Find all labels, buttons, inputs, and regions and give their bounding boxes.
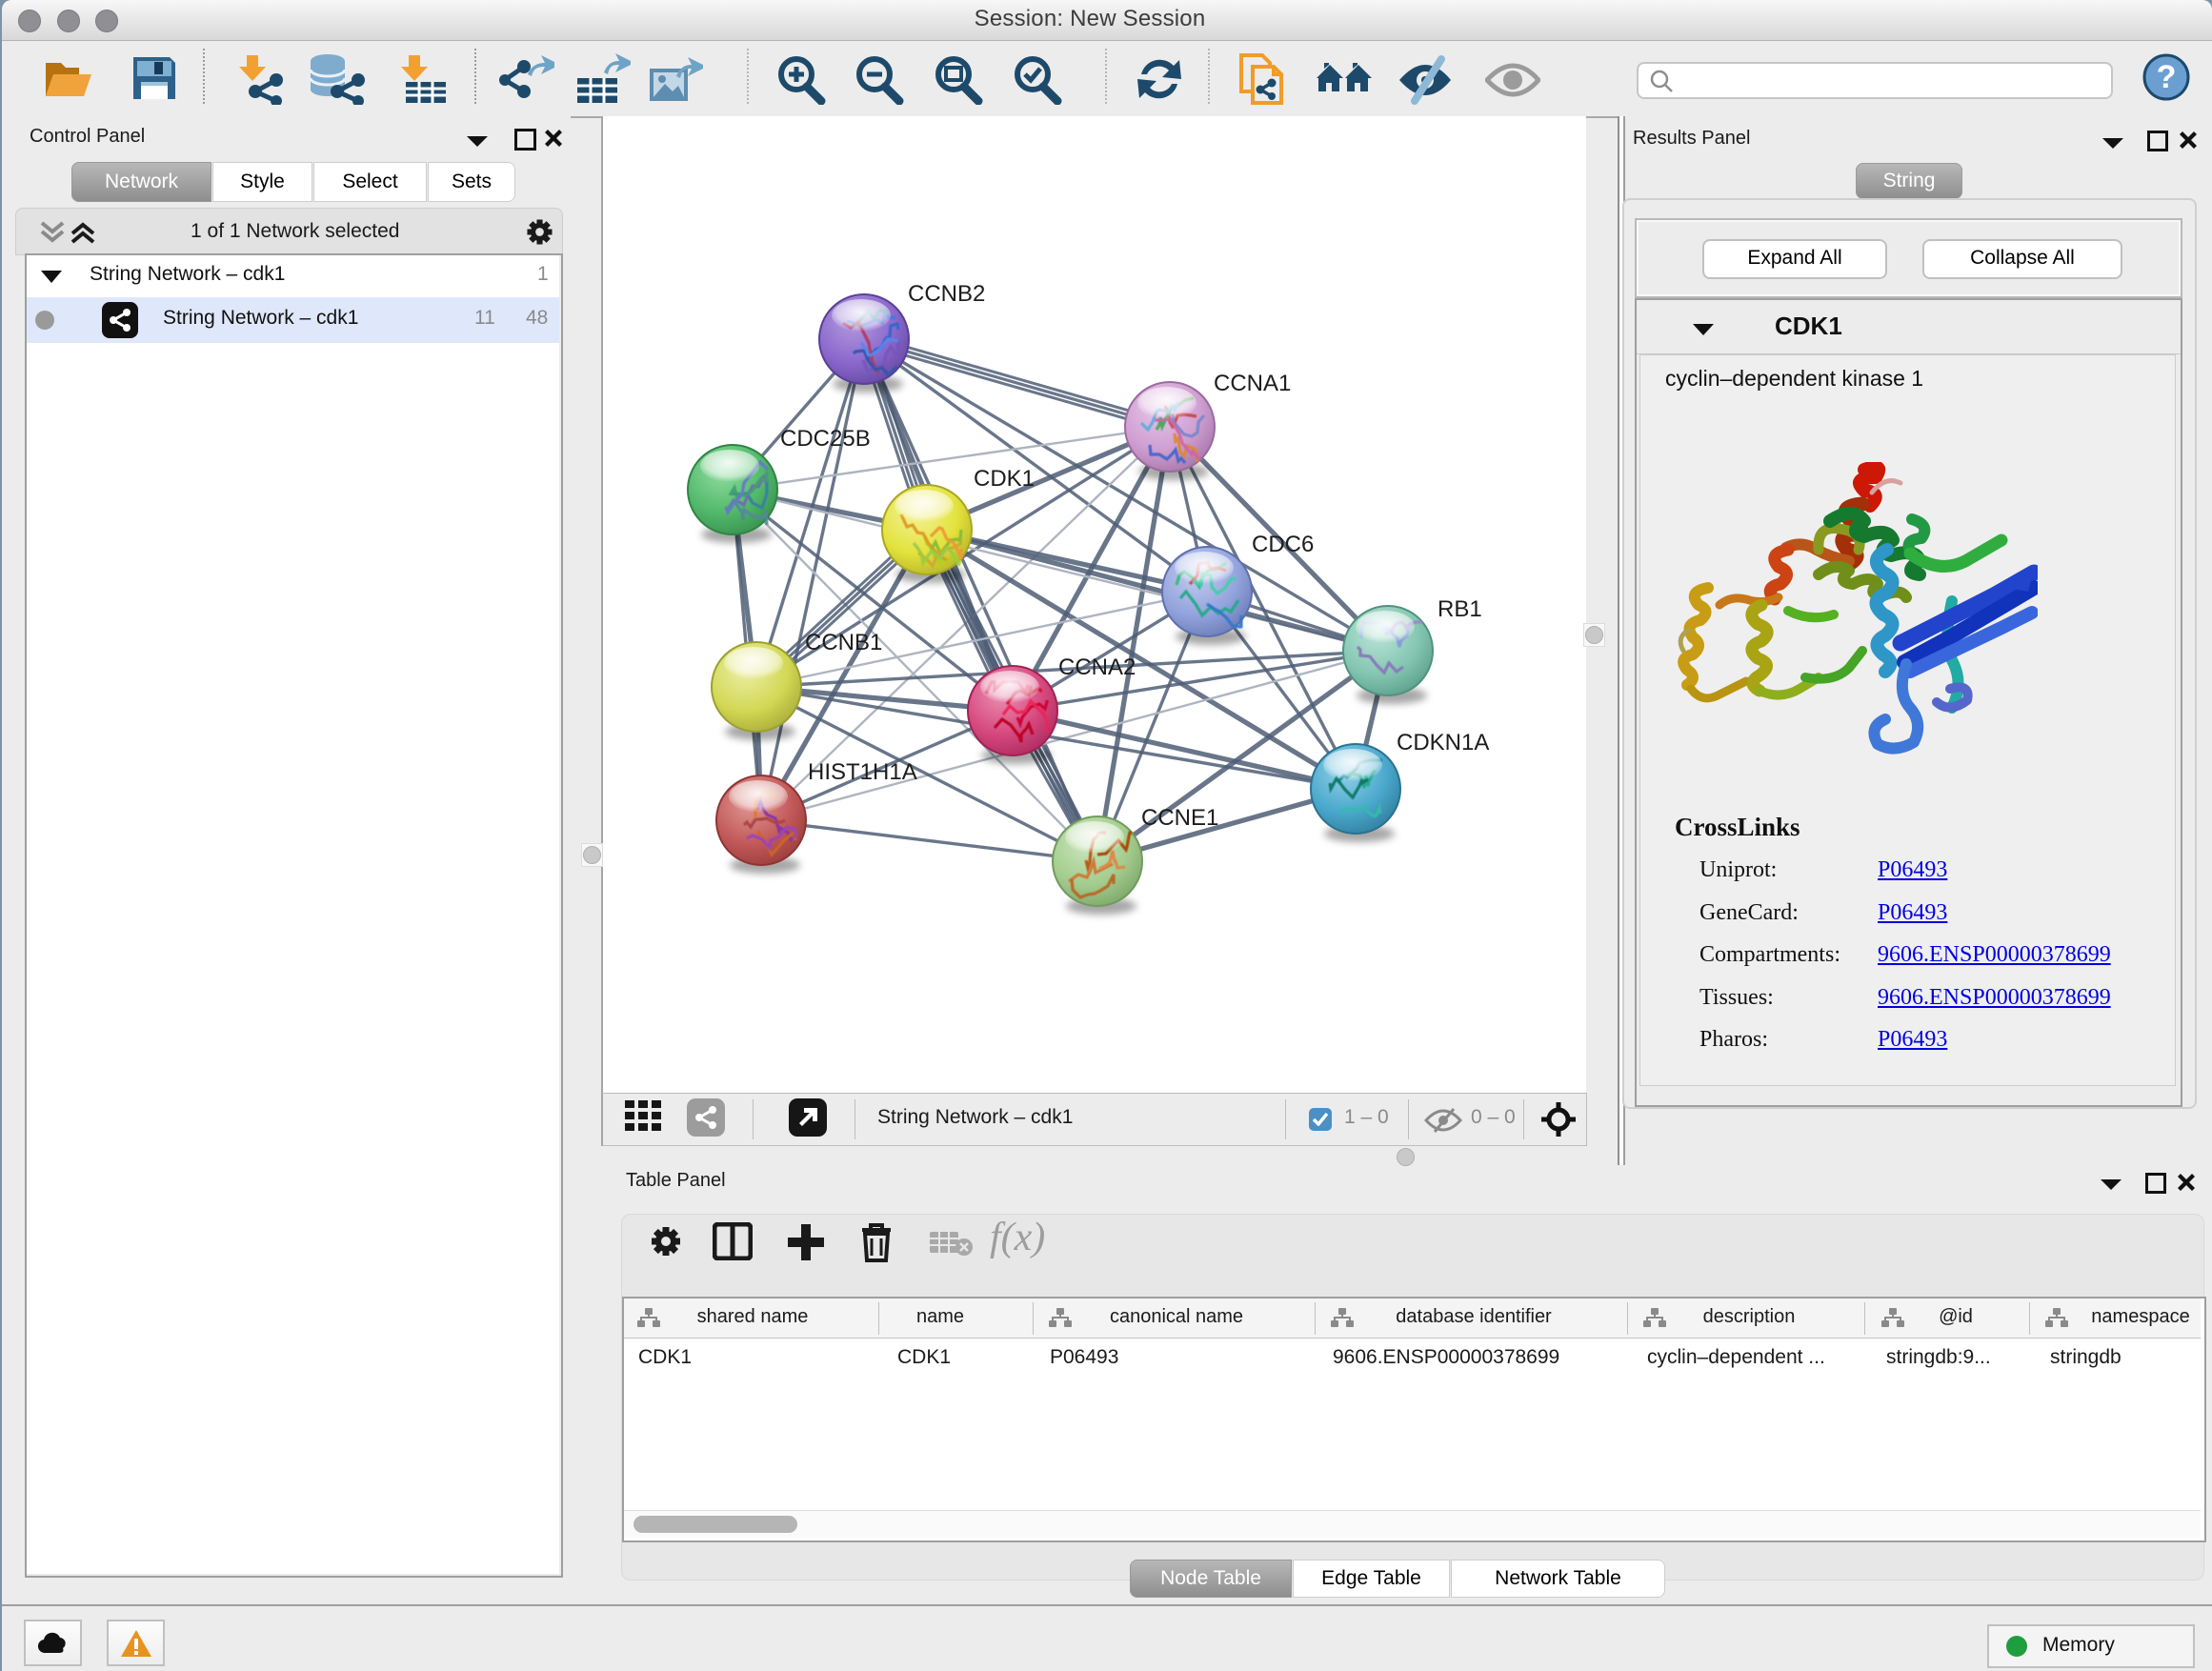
- svg-text:RB1: RB1: [1438, 596, 1482, 622]
- svg-text:CDKN1A: CDKN1A: [1397, 730, 1489, 755]
- svg-text:CDC6: CDC6: [1252, 532, 1314, 557]
- svg-text:HIST1H1A: HIST1H1A: [808, 759, 917, 785]
- svg-text:CCNB2: CCNB2: [908, 281, 985, 307]
- svg-text:CCNA1: CCNA1: [1214, 371, 1291, 396]
- svg-text:?: ?: [2157, 59, 2177, 95]
- svg-text:CCNB1: CCNB1: [805, 630, 882, 655]
- svg-text:CDK1: CDK1: [974, 466, 1035, 492]
- svg-text:CDC25B: CDC25B: [780, 426, 871, 452]
- svg-text:CCNA2: CCNA2: [1058, 654, 1136, 680]
- svg-text:CCNE1: CCNE1: [1141, 805, 1218, 831]
